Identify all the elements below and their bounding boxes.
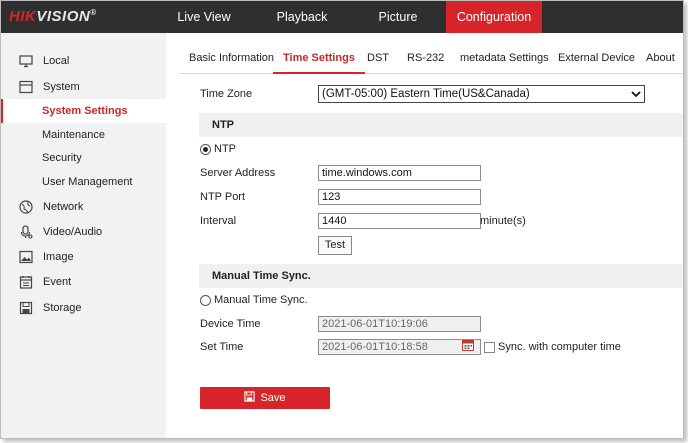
app-window: HIKVISION® Live View Playback Picture Co… bbox=[0, 0, 684, 439]
time-settings-panel: Time Zone (GMT-05:00) Eastern Time(US&Ca… bbox=[179, 73, 683, 438]
server-address-field[interactable]: time.windows.com bbox=[318, 165, 481, 181]
time-zone-value: (GMT-05:00) Eastern Time(US&Canada) bbox=[322, 88, 530, 100]
nav-tab-playback[interactable]: Playback bbox=[256, 1, 348, 33]
event-icon bbox=[19, 276, 33, 289]
interval-label: Interval bbox=[200, 215, 237, 227]
sync-computer-time-checkbox[interactable] bbox=[484, 342, 495, 353]
sidebar-item-label: Storage bbox=[43, 302, 82, 314]
manual-sync-section-title: Manual Time Sync. bbox=[212, 270, 311, 282]
sidebar-item-label: System Settings bbox=[42, 105, 128, 117]
manual-sync-radio[interactable] bbox=[200, 295, 211, 306]
interval-unit: minute(s) bbox=[480, 215, 526, 227]
ntp-port-field[interactable]: 123 bbox=[318, 189, 481, 205]
sidebar-item-network[interactable]: Network bbox=[1, 195, 166, 219]
sidebar-item-label: System bbox=[43, 81, 80, 93]
hikvision-logo: HIKVISION® bbox=[9, 8, 97, 25]
server-address-label: Server Address bbox=[200, 167, 276, 179]
ntp-radio[interactable] bbox=[200, 144, 211, 155]
sidebar-item-event[interactable]: Event bbox=[1, 270, 166, 294]
tab-external-device[interactable]: External Device bbox=[558, 45, 635, 72]
tab-metadata-settings[interactable]: metadata Settings bbox=[460, 45, 549, 72]
sidebar-item-label: Video/Audio bbox=[43, 226, 103, 238]
sidebar-item-system-settings[interactable]: System Settings bbox=[1, 99, 166, 123]
time-zone-label: Time Zone bbox=[200, 88, 253, 100]
sidebar-item-label: Maintenance bbox=[42, 129, 105, 141]
logo-registered-mark: ® bbox=[90, 8, 97, 17]
logo-text-white: VISION bbox=[36, 8, 91, 25]
tab-about[interactable]: About bbox=[646, 45, 675, 72]
image-icon bbox=[19, 250, 33, 264]
device-time-label: Device Time bbox=[200, 318, 261, 330]
sidebar-item-label: Local bbox=[43, 55, 70, 67]
sidebar-item-label: User Management bbox=[42, 176, 133, 188]
top-nav-bar: HIKVISION® Live View Playback Picture Co… bbox=[1, 1, 683, 33]
chevron-down-icon bbox=[631, 91, 641, 98]
time-zone-select[interactable]: (GMT-05:00) Eastern Time(US&Canada) bbox=[318, 85, 645, 103]
ntp-section-header: NTP bbox=[199, 113, 683, 137]
save-icon bbox=[244, 391, 256, 402]
tab-rs-232[interactable]: RS-232 bbox=[407, 45, 444, 72]
sidebar-item-system[interactable]: System bbox=[1, 75, 166, 99]
storage-icon bbox=[19, 301, 33, 315]
tab-basic-information[interactable]: Basic Information bbox=[189, 45, 274, 72]
manual-sync-section-header: Manual Time Sync. bbox=[199, 264, 683, 288]
sidebar-item-video-audio[interactable]: Video/Audio bbox=[1, 220, 166, 244]
tab-time-settings[interactable]: Time Settings bbox=[273, 45, 365, 74]
save-button-label: Save bbox=[260, 392, 286, 404]
logo-text-red: HIK bbox=[9, 8, 37, 25]
sidebar-item-label: Security bbox=[42, 152, 82, 164]
sidebar-item-user-management[interactable]: User Management bbox=[1, 170, 166, 194]
manual-sync-radio-label: Manual Time Sync. bbox=[214, 294, 308, 306]
sidebar-item-maintenance[interactable]: Maintenance bbox=[1, 123, 166, 147]
set-time-label: Set Time bbox=[200, 341, 244, 353]
monitor-icon bbox=[19, 55, 33, 68]
device-time-field: 2021-06-01T10:19:06 bbox=[318, 316, 481, 332]
globe-icon bbox=[19, 200, 33, 214]
ntp-section-title: NTP bbox=[212, 119, 234, 131]
save-button[interactable]: Save bbox=[200, 387, 330, 409]
settings-tab-bar: Basic Information Time Settings DST RS-2… bbox=[179, 45, 683, 74]
ntp-port-label: NTP Port bbox=[200, 191, 246, 203]
test-button[interactable]: Test bbox=[318, 236, 352, 255]
sidebar: Local System System Settings Maintenance… bbox=[1, 33, 166, 438]
nav-tab-picture[interactable]: Picture bbox=[352, 1, 444, 33]
nav-tab-live-view[interactable]: Live View bbox=[158, 1, 250, 33]
calendar-icon[interactable] bbox=[462, 339, 474, 351]
sidebar-item-image[interactable]: Image bbox=[1, 245, 166, 269]
sync-computer-time-label: Sync. with computer time bbox=[498, 341, 621, 353]
set-time-field[interactable]: 2021-06-01T10:18:58 bbox=[318, 339, 481, 355]
sidebar-item-label: Event bbox=[43, 276, 72, 288]
mic-icon bbox=[20, 225, 33, 239]
sidebar-item-security[interactable]: Security bbox=[1, 146, 166, 170]
sidebar-item-label: Image bbox=[43, 251, 74, 263]
sidebar-item-label: Network bbox=[43, 201, 84, 213]
ntp-radio-label: NTP bbox=[214, 143, 236, 155]
system-icon bbox=[19, 80, 33, 94]
nav-tab-configuration[interactable]: Configuration bbox=[446, 1, 542, 33]
interval-field[interactable]: 1440 bbox=[318, 213, 481, 229]
sidebar-item-local[interactable]: Local bbox=[1, 49, 166, 73]
tab-dst[interactable]: DST bbox=[367, 45, 389, 72]
sidebar-item-storage[interactable]: Storage bbox=[1, 296, 166, 320]
